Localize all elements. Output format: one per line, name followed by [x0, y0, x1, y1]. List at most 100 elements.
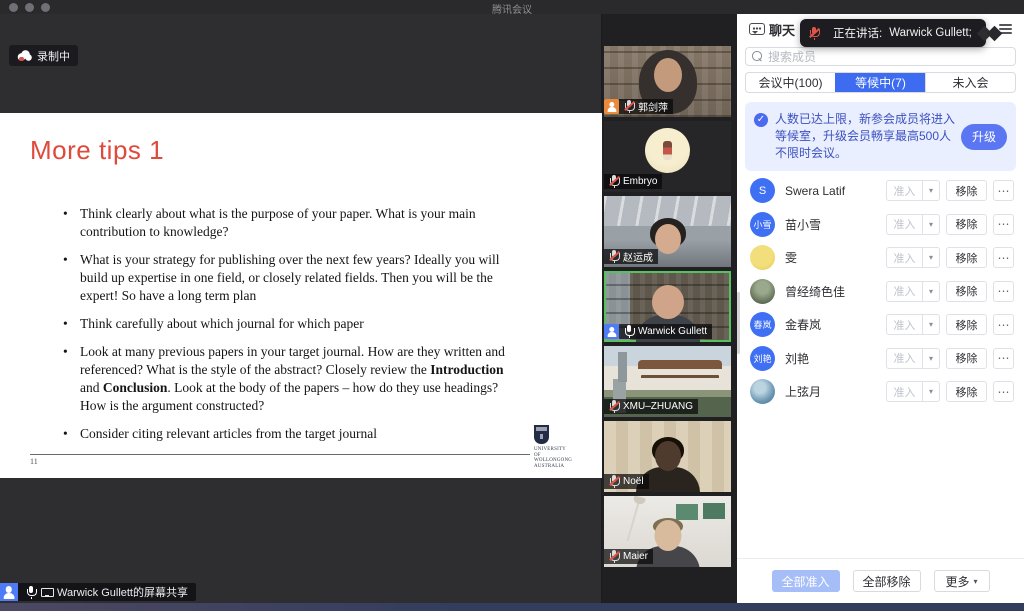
screen-share-label: Warwick Gullett的屏幕共享: [57, 584, 188, 600]
video-strip: 郭剑萍 Embryo 赵运成 Warwick Gullett: [602, 14, 737, 603]
panel-footer: 全部准入 全部移除 更多▾: [737, 558, 1024, 603]
slide-bullet: Think carefully about which journal for …: [63, 315, 525, 333]
slide-bullet: Think clearly about what is the purpose …: [63, 205, 525, 241]
mic-on-icon: [26, 586, 36, 599]
member-tabs: 会议中(100) 等候中(7) 未入会: [745, 72, 1016, 93]
traffic-lights: [9, 3, 50, 12]
recording-indicator: 录制中: [9, 45, 78, 66]
more-actions-button[interactable]: ⋯: [993, 314, 1014, 335]
desktop-edge: [0, 603, 1024, 611]
admit-dropdown-button[interactable]: ▾: [923, 381, 940, 402]
muted-mic-icon: [609, 475, 619, 488]
remove-button[interactable]: 移除: [946, 314, 987, 335]
slide-bullet: Look at many previous papers in your tar…: [63, 343, 525, 415]
video-tile[interactable]: Maier: [604, 496, 731, 567]
check-badge-icon: ✓: [754, 113, 768, 127]
member-name: 上弦月: [785, 383, 876, 400]
more-actions-button[interactable]: ⋯: [993, 214, 1014, 235]
remove-all-button[interactable]: 全部移除: [853, 570, 921, 592]
member-row: 刘艳 刘艳 准入▾ 移除 ⋯: [737, 342, 1024, 376]
muted-mic-icon: [809, 27, 819, 40]
avatar: 小雪: [750, 212, 775, 237]
more-actions-button[interactable]: ⋯: [993, 180, 1014, 201]
slide-title: More tips 1: [30, 135, 164, 166]
tencent-meeting-window: 腾讯会议 录制中 More tips 1 Think clearly about…: [0, 0, 1024, 611]
member-row: 小雪 苗小雪 准入▾ 移除 ⋯: [737, 208, 1024, 242]
participant-name: 郭剑萍: [638, 99, 668, 114]
recording-label: 录制中: [37, 48, 70, 64]
notice-text: 人数已达上限，新参会成员将进入等候室，升级会员畅享最高500人不限时会议。: [775, 111, 957, 162]
avatar: [750, 279, 775, 304]
admit-button[interactable]: 准入: [886, 214, 923, 235]
search-input[interactable]: [768, 50, 1009, 64]
admit-button[interactable]: 准入: [886, 314, 923, 335]
minimize-button[interactable]: [25, 3, 34, 12]
member-name: 雯: [785, 249, 876, 266]
uow-logo: UNIVERSITY OF WOLLONGONG AUSTRALIA: [534, 425, 576, 469]
close-button[interactable]: [9, 3, 18, 12]
member-row: 雯 准入▾ 移除 ⋯: [737, 241, 1024, 275]
remove-button[interactable]: 移除: [946, 348, 987, 369]
avatar: S: [750, 178, 775, 203]
video-tile-active-speaker[interactable]: Warwick Gullett: [604, 271, 731, 342]
participant-name: Noël: [623, 476, 644, 487]
video-tile[interactable]: 赵运成: [604, 196, 731, 267]
member-row: 春岚 金春岚 准入▾ 移除 ⋯: [737, 308, 1024, 342]
search-icon: [752, 51, 763, 62]
more-actions-button[interactable]: ⋯: [993, 281, 1014, 302]
admit-dropdown-button[interactable]: ▾: [923, 247, 940, 268]
admit-button[interactable]: 准入: [886, 381, 923, 402]
admit-dropdown-button[interactable]: ▾: [923, 314, 940, 335]
more-actions-button[interactable]: ⋯: [993, 348, 1014, 369]
more-actions-button[interactable]: ⋯: [993, 247, 1014, 268]
admit-dropdown-button[interactable]: ▾: [923, 180, 940, 201]
member-row: 上弦月 准入▾ 移除 ⋯: [737, 375, 1024, 409]
screen-share-area: 录制中 More tips 1 Think clearly about what…: [0, 14, 602, 603]
avatar: [750, 245, 775, 270]
speaking-label: 正在讲话:: [833, 25, 882, 41]
video-tile[interactable]: Noël: [604, 421, 731, 492]
admit-button[interactable]: 准入: [886, 281, 923, 302]
slide-page-number: 11: [30, 457, 38, 466]
zoom-button[interactable]: [41, 3, 50, 12]
upgrade-button[interactable]: 升级: [961, 124, 1007, 150]
admit-all-button[interactable]: 全部准入: [772, 570, 840, 592]
admit-dropdown-button[interactable]: ▾: [923, 214, 940, 235]
remove-button[interactable]: 移除: [946, 180, 987, 201]
avatar: 春岚: [750, 312, 775, 337]
video-tile[interactable]: XMU–ZHUANG: [604, 346, 731, 417]
admit-dropdown-button[interactable]: ▾: [923, 281, 940, 302]
muted-mic-icon: [609, 550, 619, 563]
remove-button[interactable]: 移除: [946, 247, 987, 268]
more-actions-button[interactable]: ⋯: [993, 381, 1014, 402]
slide-footer-rule: [30, 454, 530, 455]
remove-button[interactable]: 移除: [946, 214, 987, 235]
member-name: 金春岚: [785, 316, 876, 333]
member-row: S Swera Latif 准入▾ 移除 ⋯: [737, 174, 1024, 208]
muted-mic-icon: [624, 100, 634, 113]
muted-mic-icon: [609, 400, 619, 413]
remove-button[interactable]: 移除: [946, 381, 987, 402]
video-tile[interactable]: 郭剑萍: [604, 46, 731, 117]
tab-waiting[interactable]: 等候中(7): [835, 73, 925, 92]
admit-button[interactable]: 准入: [886, 247, 923, 268]
footer-more-button[interactable]: 更多▾: [934, 570, 990, 592]
presenter-badge-icon: [604, 324, 619, 339]
member-name: 曾经绮色佳: [785, 283, 876, 300]
tab-in-meeting[interactable]: 会议中(100): [746, 73, 835, 92]
video-tile[interactable]: Embryo: [604, 121, 731, 192]
muted-mic-icon: [609, 175, 619, 188]
admit-button[interactable]: 准入: [886, 348, 923, 369]
participant-name: Embryo: [623, 176, 657, 187]
admit-button[interactable]: 准入: [886, 180, 923, 201]
host-badge-icon: [604, 99, 619, 114]
member-search[interactable]: [745, 47, 1016, 66]
titlebar: 腾讯会议: [0, 0, 1024, 14]
tab-not-joined[interactable]: 未入会: [925, 73, 1015, 92]
scrollbar[interactable]: [737, 292, 740, 354]
admit-dropdown-button[interactable]: ▾: [923, 348, 940, 369]
participant-name: XMU–ZHUANG: [623, 401, 693, 412]
remove-button[interactable]: 移除: [946, 281, 987, 302]
participant-name: 赵运成: [623, 249, 653, 264]
mic-on-icon: [624, 325, 634, 338]
